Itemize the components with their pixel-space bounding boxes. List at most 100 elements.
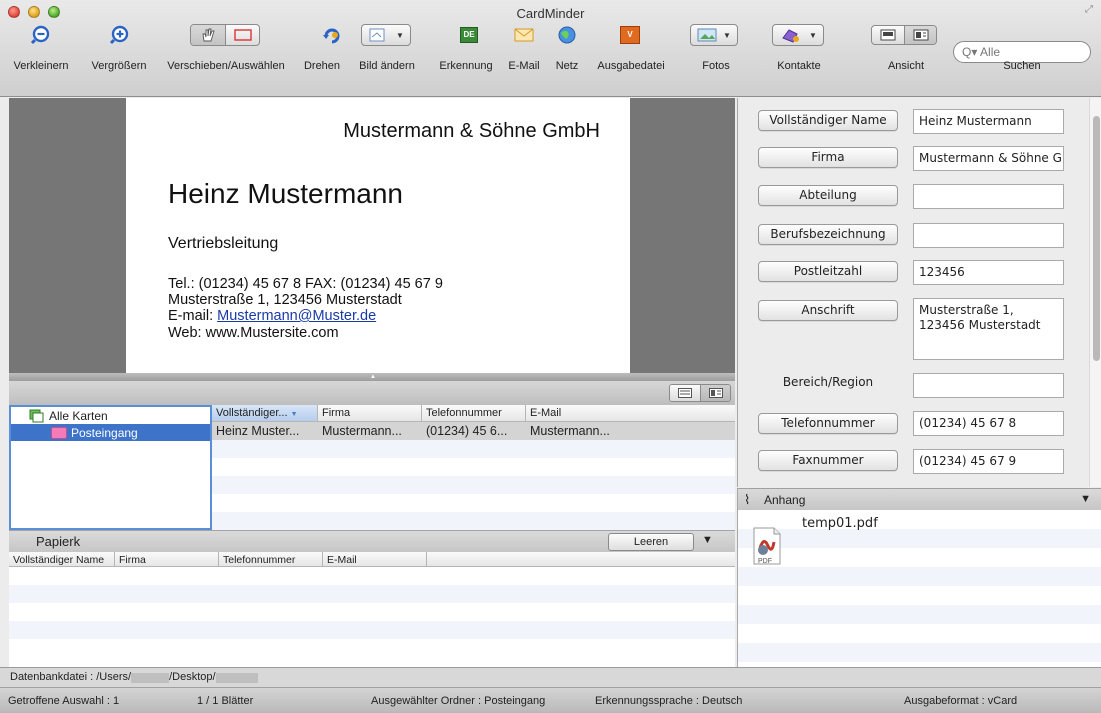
search-placeholder: Alle	[980, 45, 1001, 59]
field-value-job-title[interactable]	[913, 223, 1064, 248]
toolbar-label-rotate: Drehen	[303, 60, 341, 72]
cell-name: Heinz Muster...	[216, 424, 300, 438]
email-button[interactable]	[511, 20, 537, 50]
zoom-in-icon	[109, 25, 129, 45]
fullscreen-icon[interactable]: ⤢	[1085, 4, 1093, 15]
field-button-fax[interactable]: Faxnummer	[758, 450, 898, 471]
empty-trash-button[interactable]: Leeren	[608, 533, 694, 551]
card-email-link: Mustermann@Muster.de	[217, 308, 377, 324]
field-button-address[interactable]: Anschrift	[758, 300, 898, 321]
field-button-phone[interactable]: Telefonnummer	[758, 413, 898, 434]
redacted-filename	[215, 672, 258, 683]
column-phone[interactable]: Telefonnummer	[422, 405, 526, 421]
column-company[interactable]: Firma	[318, 405, 422, 421]
scrollbar-thumb[interactable]	[1093, 116, 1100, 361]
cell-company: Mustermann...	[322, 424, 402, 438]
attachment-title: Anhang	[764, 493, 806, 507]
attachment-file-name: temp01.pdf	[802, 516, 878, 531]
card-list: Vollständiger... ▼ Firma Telefonnummer E…	[212, 405, 735, 530]
folder-label: Alle Karten	[49, 408, 108, 423]
field-value-department[interactable]	[913, 184, 1064, 209]
field-value-full-name[interactable]: Heinz Mustermann	[913, 109, 1064, 134]
collapse-trash-icon[interactable]: ▼	[702, 534, 713, 546]
field-value-fax[interactable]: (01234) 45 67 9	[913, 449, 1064, 474]
hand-select-icon[interactable]	[191, 25, 225, 45]
field-value-region[interactable]	[913, 373, 1064, 398]
field-button-job-title[interactable]: Berufsbezeichnung	[758, 224, 898, 245]
card-email-line: E-mail: Mustermann@Muster.de	[168, 308, 376, 324]
folder-all-cards[interactable]: Alle Karten	[11, 407, 210, 424]
column-email[interactable]: E-Mail	[526, 405, 735, 421]
photos-popup[interactable]: ▼	[690, 20, 738, 50]
attachment-list: PDF temp01.pdf	[737, 510, 1101, 667]
card-fields-panel: Vollständiger Name Heinz Mustermann Firm…	[737, 98, 1101, 487]
list-view-bar	[9, 381, 735, 405]
recognition-button[interactable]: DE	[456, 20, 482, 50]
list-view-icon[interactable]	[670, 385, 700, 401]
photos-icon	[697, 28, 717, 42]
rotate-icon	[323, 28, 340, 44]
toolbar-label-move-select: Verschieben/Auswählen	[167, 60, 285, 72]
contacts-popup[interactable]: ▼	[772, 20, 824, 50]
trash-header: Papierk Leeren ▼	[9, 530, 735, 552]
move-select-segment[interactable]	[190, 20, 260, 50]
recognition-icon: DE	[460, 27, 478, 43]
grip-icon: ▲	[370, 374, 376, 380]
column-full-name[interactable]: Vollständiger... ▼	[212, 405, 318, 421]
toolbar-label-email: E-Mail	[508, 60, 540, 72]
zoom-out-button[interactable]	[26, 20, 56, 50]
toolbar-label-photos: Fotos	[702, 60, 730, 72]
cell-email: Mustermann...	[530, 424, 610, 438]
chevron-down-icon: ▼	[396, 30, 404, 40]
field-value-postal-code[interactable]: 123456	[913, 260, 1064, 285]
redacted-username	[131, 672, 170, 683]
trash-title: Papierk	[36, 534, 81, 549]
table-row[interactable]: Heinz Muster... Mustermann... (01234) 45…	[212, 422, 735, 440]
card-list-empty-rows	[212, 440, 735, 530]
field-button-department[interactable]: Abteilung	[758, 185, 898, 206]
trash-column-email[interactable]: E-Mail	[323, 552, 427, 566]
field-button-postal-code[interactable]: Postleitzahl	[758, 261, 898, 282]
field-value-address[interactable]: Musterstraße 1, 123456 Musterstadt	[913, 298, 1064, 360]
card-image-preview[interactable]: Mustermann & Söhne GmbH Heinz Mustermann…	[9, 98, 735, 373]
list-view-toggle[interactable]	[669, 384, 731, 402]
contacts-icon	[782, 29, 799, 43]
trash-column-name[interactable]: Vollständiger Name	[9, 552, 115, 566]
rotate-button[interactable]	[317, 20, 347, 50]
output-file-button[interactable]: V	[617, 20, 643, 50]
view-segment[interactable]	[871, 20, 937, 50]
toolbar-label-zoom-in: Vergrößern	[91, 60, 147, 72]
field-button-full-name[interactable]: Vollständiger Name	[758, 110, 898, 131]
collapse-attachment-icon[interactable]: ▼	[1080, 493, 1091, 505]
trash-column-phone[interactable]: Telefonnummer	[219, 552, 323, 566]
status-language: Erkennungssprache : Deutsch	[595, 695, 743, 707]
change-image-popup[interactable]: ▼	[361, 20, 411, 50]
window-chrome: CardMinder ⤢ ▼ DE V ▼ ▼ Q▾ Alle Verklein…	[0, 0, 1101, 97]
zoom-in-button[interactable]	[104, 20, 134, 50]
card-person: Heinz Mustermann	[168, 178, 403, 209]
web-button[interactable]	[554, 20, 580, 50]
folder-inbox[interactable]: Posteingang	[11, 424, 210, 441]
field-value-phone[interactable]: (01234) 45 67 8	[913, 411, 1064, 436]
toolbar-label-search: Suchen	[1003, 60, 1041, 72]
fields-scrollbar[interactable]	[1089, 98, 1101, 487]
preview-splitter[interactable]: ▲	[9, 373, 735, 381]
trash-column-company[interactable]: Firma	[115, 552, 219, 566]
path-middle: /Desktop/	[169, 671, 216, 683]
toolbar-label-web: Netz	[555, 60, 579, 72]
globe-icon	[558, 26, 576, 44]
view-split-icon[interactable]	[904, 26, 936, 44]
toolbar-label-contacts: Kontakte	[777, 60, 821, 72]
card-web-line: Web: www.Mustersite.com	[168, 325, 339, 341]
folder-tree: Alle Karten Posteingang	[9, 405, 212, 530]
output-file-icon: V	[620, 26, 640, 44]
view-single-icon[interactable]	[872, 26, 904, 44]
card-address-line: Musterstraße 1, 123456 Musterstadt	[168, 292, 402, 308]
field-button-company[interactable]: Firma	[758, 147, 898, 168]
search-icon: Q▾	[962, 45, 978, 59]
trash-list-header: Vollständiger Name Firma Telefonnummer E…	[9, 552, 735, 567]
zoom-out-icon	[30, 25, 50, 45]
rectangle-select-icon[interactable]	[225, 25, 259, 45]
field-value-company[interactable]: Mustermann & Söhne G	[913, 146, 1064, 171]
thumbnail-view-icon[interactable]	[700, 385, 730, 401]
